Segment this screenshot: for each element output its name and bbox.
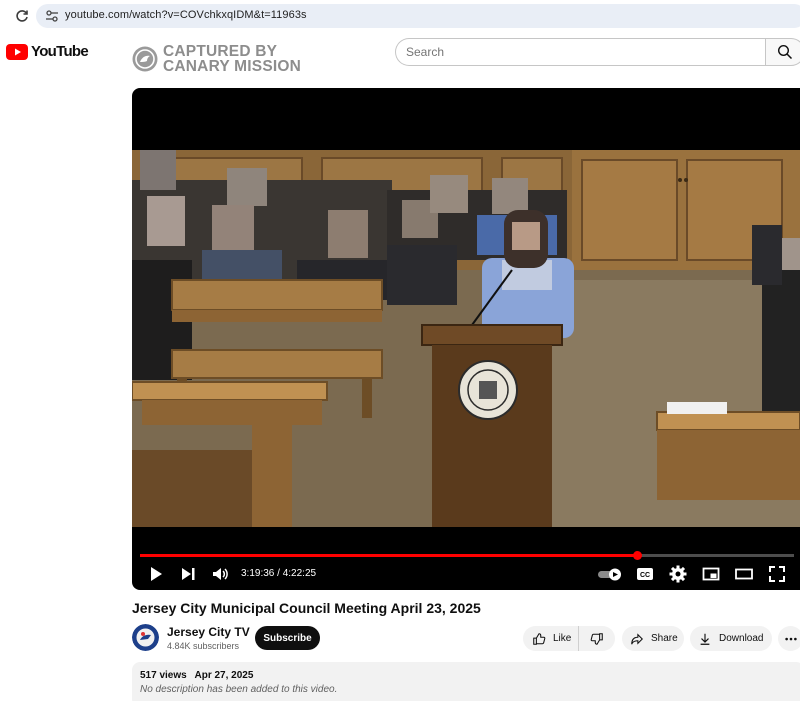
page: youtube.com/watch?v=COVchkxqIDM&t=11963s… [0,0,800,701]
channel-name[interactable]: Jersey City TV [167,625,250,639]
dislike-button[interactable] [579,626,615,651]
youtube-logo-text: YouTube [31,43,89,60]
video-player[interactable]: 3:19:36 / 4:22:25 CC [132,88,800,590]
autoplay-toggle-icon[interactable] [596,564,624,584]
progress-bar[interactable] [140,551,794,560]
settings-icon[interactable] [668,564,688,584]
video-frame[interactable] [132,150,800,527]
theater-icon[interactable] [734,564,754,584]
progress-bar-fill [140,554,638,557]
video-title: Jersey City Municipal Council Meeting Ap… [132,600,481,616]
canary-mission-watermark: CAPTURED BY CANARY MISSION [132,44,301,74]
like-label: Like [553,633,572,644]
share-label: Share [651,633,678,644]
search-input[interactable] [395,38,765,66]
fullscreen-icon[interactable] [767,564,787,584]
next-icon[interactable] [178,564,198,584]
captions-icon[interactable]: CC [635,564,655,584]
description-box[interactable] [132,662,800,701]
dislike-icon [590,632,603,645]
volume-icon[interactable] [210,564,230,584]
canary-mission-icon [132,46,158,72]
more-icon [784,637,797,640]
youtube-logo[interactable]: YouTube [6,43,89,60]
search-placeholder: Search [406,45,445,59]
upload-date: Apr 27, 2025 [194,670,254,681]
search-icon[interactable] [777,44,793,60]
download-icon [700,633,710,645]
subscriber-count: 4.84K subscribers [167,641,240,651]
channel-avatar[interactable] [132,624,159,651]
share-button[interactable]: Share [622,626,684,651]
download-label: Download [719,633,764,644]
play-icon[interactable] [146,564,166,584]
watermark-line-1: CAPTURED BY [163,43,278,60]
time-display: 3:19:36 / 4:22:25 [241,568,317,579]
site-info-icon[interactable] [44,8,60,24]
like-button[interactable]: Like [523,626,579,651]
svg-text:CC: CC [640,572,650,579]
canary-mission-text: CAPTURED BY CANARY MISSION [163,43,302,75]
description-text: No description has been added to this vi… [140,684,338,695]
youtube-logo-icon [6,43,28,60]
more-actions-button[interactable] [778,626,800,651]
view-count: 517 views [140,670,187,681]
description-stats: 517 views Apr 27, 2025 [140,670,253,681]
address-bar-url[interactable]: youtube.com/watch?v=COVchkxqIDM&t=11963s [65,9,307,21]
like-icon [533,632,546,645]
miniplayer-icon[interactable] [701,564,721,584]
share-icon [631,632,643,645]
download-button[interactable]: Download [690,626,772,651]
subscribe-button[interactable]: Subscribe [255,626,320,650]
progress-scrubber[interactable] [633,551,643,560]
like-dislike-group: Like [523,626,615,651]
reload-icon[interactable] [14,8,30,24]
watermark-line-2: CANARY MISSION [163,58,302,75]
